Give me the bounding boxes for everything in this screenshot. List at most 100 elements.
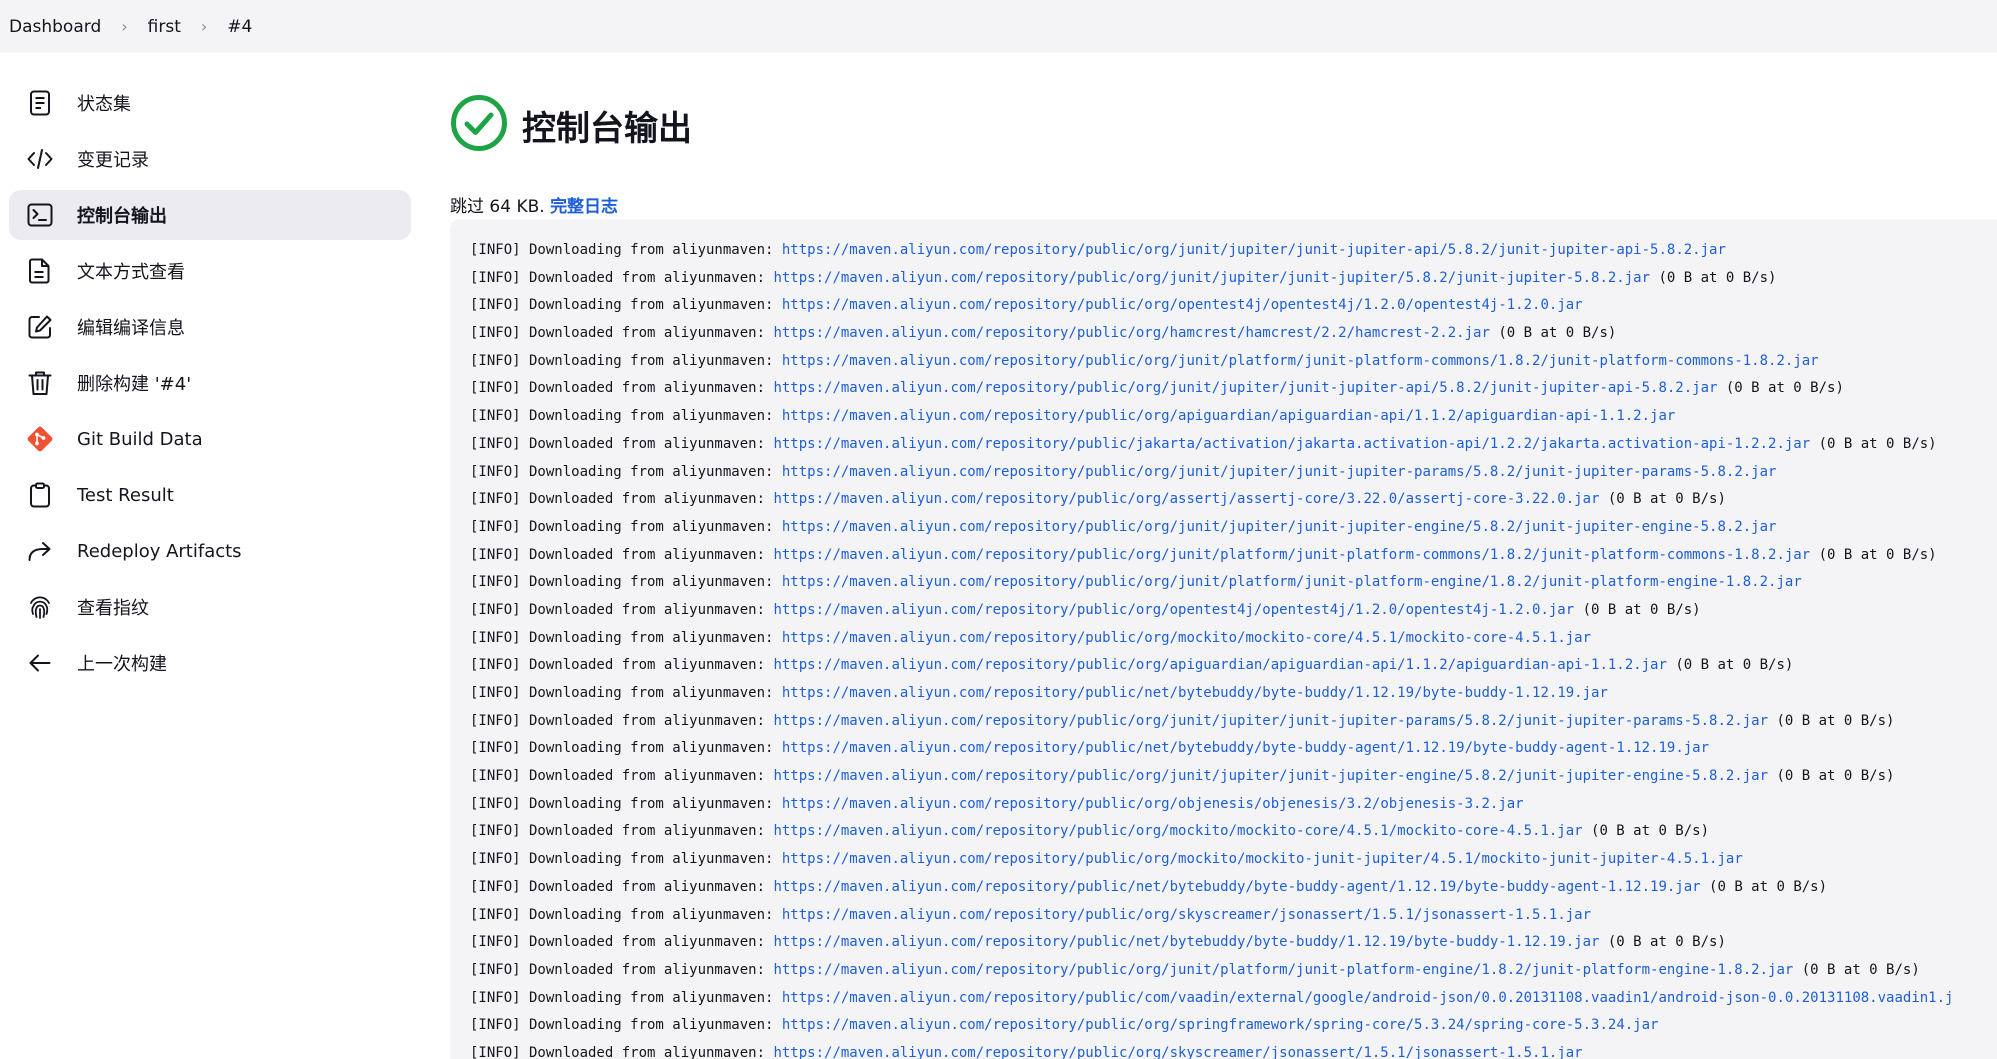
artifact-url-link[interactable]: https://maven.aliyun.com/repository/publ… (782, 464, 1777, 480)
console-line-prefix: [INFO] Downloaded from aliyunmaven: (470, 435, 774, 452)
skip-text: 跳过 64 KB. (450, 197, 545, 217)
console-line-suffix: (0 B at 0 B/s) (1489, 325, 1617, 342)
terminal-icon (25, 200, 55, 230)
artifact-url-link[interactable]: https://maven.aliyun.com/repository/publ… (773, 657, 1666, 673)
artifact-url-link[interactable]: https://maven.aliyun.com/repository/publ… (773, 768, 1768, 784)
artifact-url-link[interactable]: https://maven.aliyun.com/repository/publ… (773, 547, 1810, 563)
sidebar-item-label: 删除构建 '#4' (77, 374, 192, 395)
sidebar-item-view-as-text[interactable]: 文本方式查看 (9, 246, 411, 296)
edit-icon (25, 312, 55, 342)
console-line: [INFO] Downloaded from aliyunmaven: http… (470, 874, 1997, 902)
console-line-suffix: (0 B at 0 B/s) (1574, 601, 1701, 618)
artifact-url-link[interactable]: https://maven.aliyun.com/repository/publ… (773, 713, 1768, 729)
console-line-suffix: (0 B at 0 B/s) (1599, 934, 1726, 951)
console-line-suffix: (0 B at 0 B/s) (1666, 657, 1794, 674)
code-icon (25, 144, 55, 174)
page-heading: 控制台输出 (450, 90, 1997, 160)
sidebar-item-edit-build-info[interactable]: 编辑编译信息 (9, 302, 411, 352)
artifact-url-link[interactable]: https://maven.aliyun.com/repository/publ… (773, 879, 1700, 895)
artifact-url-link[interactable]: https://maven.aliyun.com/repository/publ… (782, 907, 1591, 923)
console-line-prefix: [INFO] Downloading from aliyunmaven: (470, 574, 782, 591)
console-line-suffix: (0 B at 0 B/s) (1768, 712, 1895, 729)
sidebar-item-fingerprints[interactable]: 查看指纹 (9, 582, 411, 632)
sidebar-item-previous-build[interactable]: 上一次构建 (9, 638, 411, 688)
artifact-url-link[interactable]: https://maven.aliyun.com/repository/publ… (782, 519, 1777, 535)
console-line-suffix: (0 B at 0 B/s) (1810, 546, 1937, 563)
console-line: [INFO] Downloading from aliyunmaven: htt… (470, 791, 1997, 819)
artifact-url-link[interactable]: https://maven.aliyun.com/repository/publ… (782, 353, 1819, 369)
sidebar-item-console-output[interactable]: 控制台输出 (9, 190, 411, 240)
artifact-url-link[interactable]: https://maven.aliyun.com/repository/publ… (782, 408, 1675, 424)
artifact-url-link[interactable]: https://maven.aliyun.com/repository/publ… (782, 1017, 1659, 1033)
console-output[interactable]: [INFO] Downloading from aliyunmaven: htt… (450, 219, 1997, 1059)
sidebar-item-label: 查看指纹 (77, 598, 149, 619)
console-line-prefix: [INFO] Downloading from aliyunmaven: (470, 906, 782, 923)
page-title: 控制台输出 (522, 108, 692, 149)
console-line: [INFO] Downloaded from aliyunmaven: http… (470, 375, 1997, 403)
console-line: [INFO] Downloaded from aliyunmaven: http… (470, 652, 1997, 680)
console-line-prefix: [INFO] Downloading from aliyunmaven: (470, 795, 782, 812)
console-line: [INFO] Downloading from aliyunmaven: htt… (470, 292, 1997, 320)
sidebar-item-status[interactable]: 状态集 (9, 78, 411, 128)
sidebar-item-changes[interactable]: 变更记录 (9, 134, 411, 184)
artifact-url-link[interactable]: https://maven.aliyun.com/repository/publ… (773, 602, 1574, 618)
sidebar-item-label: Redeploy Artifacts (77, 540, 242, 562)
console-line: [INFO] Downloading from aliyunmaven: htt… (470, 680, 1997, 708)
console-line-prefix: [INFO] Downloading from aliyunmaven: (470, 740, 782, 757)
artifact-url-link[interactable]: https://maven.aliyun.com/repository/publ… (773, 270, 1650, 286)
console-line-prefix: [INFO] Downloading from aliyunmaven: (470, 408, 782, 425)
console-line: [INFO] Downloaded from aliyunmaven: http… (470, 597, 1997, 625)
breadcrumb-job[interactable]: first (148, 17, 181, 37)
console-line: [INFO] Downloaded from aliyunmaven: http… (470, 320, 1997, 348)
artifact-url-link[interactable]: https://maven.aliyun.com/repository/publ… (782, 990, 1954, 1006)
main-content: 控制台输出 (450, 90, 1997, 160)
console-line-prefix: [INFO] Downloaded from aliyunmaven: (470, 1044, 774, 1059)
success-check-icon (450, 94, 508, 156)
sidebar: 状态集 变更记录 控制台输出 文本方式查看 编辑编译信息 删除构建 '#4' G… (9, 78, 411, 694)
artifact-url-link[interactable]: https://maven.aliyun.com/repository/publ… (773, 934, 1599, 950)
console-line: [INFO] Downloading from aliyunmaven: htt… (470, 459, 1997, 487)
artifact-url-link[interactable]: https://maven.aliyun.com/repository/publ… (782, 630, 1591, 646)
sidebar-item-test-result[interactable]: Test Result (9, 470, 411, 520)
console-line: [INFO] Downloading from aliyunmaven: htt… (470, 902, 1997, 930)
artifact-url-link[interactable]: https://maven.aliyun.com/repository/publ… (773, 491, 1599, 507)
artifact-url-link[interactable]: https://maven.aliyun.com/repository/publ… (782, 740, 1709, 756)
console-line: [INFO] Downloaded from aliyunmaven: http… (470, 1040, 1997, 1059)
sidebar-item-label: 控制台输出 (77, 206, 167, 227)
console-line: [INFO] Downloading from aliyunmaven: htt… (470, 237, 1997, 265)
artifact-url-link[interactable]: https://maven.aliyun.com/repository/publ… (782, 574, 1802, 590)
sidebar-item-delete-build[interactable]: 删除构建 '#4' (9, 358, 411, 408)
artifact-url-link[interactable]: https://maven.aliyun.com/repository/publ… (773, 962, 1793, 978)
artifact-url-link[interactable]: https://maven.aliyun.com/repository/publ… (782, 851, 1743, 867)
artifact-url-link[interactable]: https://maven.aliyun.com/repository/publ… (782, 297, 1583, 313)
console-line: [INFO] Downloaded from aliyunmaven: http… (470, 431, 1997, 459)
console-line-prefix: [INFO] Downloaded from aliyunmaven: (470, 546, 774, 563)
artifact-url-link[interactable]: https://maven.aliyun.com/repository/publ… (773, 823, 1582, 839)
sidebar-item-git-build-data[interactable]: Git Build Data (9, 414, 411, 464)
artifact-url-link[interactable]: https://maven.aliyun.com/repository/publ… (773, 1045, 1582, 1059)
artifact-url-link[interactable]: https://maven.aliyun.com/repository/publ… (773, 436, 1810, 452)
artifact-url-link[interactable]: https://maven.aliyun.com/repository/publ… (782, 685, 1608, 701)
sidebar-item-redeploy-artifacts[interactable]: Redeploy Artifacts (9, 526, 411, 576)
console-line-prefix: [INFO] Downloading from aliyunmaven: (470, 851, 782, 868)
text-file-icon (25, 256, 55, 286)
chevron-right-icon: › (121, 17, 128, 36)
git-icon (25, 424, 55, 454)
breadcrumb-dashboard[interactable]: Dashboard (9, 17, 101, 37)
artifact-url-link[interactable]: https://maven.aliyun.com/repository/publ… (773, 325, 1489, 341)
console-line: [INFO] Downloading from aliyunmaven: htt… (470, 846, 1997, 874)
sidebar-item-label: 文本方式查看 (77, 262, 185, 283)
console-line-suffix: (0 B at 0 B/s) (1700, 878, 1828, 895)
console-line-prefix: [INFO] Downloading from aliyunmaven: (470, 1017, 782, 1034)
artifact-url-link[interactable]: https://maven.aliyun.com/repository/publ… (782, 242, 1726, 258)
console-line-suffix: (0 B at 0 B/s) (1810, 435, 1937, 452)
console-line-prefix: [INFO] Downloading from aliyunmaven: (470, 242, 782, 258)
console-line-prefix: [INFO] Downloaded from aliyunmaven: (470, 657, 774, 674)
console-line-prefix: [INFO] Downloaded from aliyunmaven: (470, 269, 774, 286)
breadcrumb-build[interactable]: #4 (227, 17, 252, 37)
artifact-url-link[interactable]: https://maven.aliyun.com/repository/publ… (773, 380, 1717, 396)
artifact-url-link[interactable]: https://maven.aliyun.com/repository/publ… (782, 796, 1524, 812)
full-log-link[interactable]: 完整日志 (550, 197, 618, 217)
console-line-suffix: (0 B at 0 B/s) (1599, 491, 1726, 508)
console-line: [INFO] Downloaded from aliyunmaven: http… (470, 957, 1997, 985)
